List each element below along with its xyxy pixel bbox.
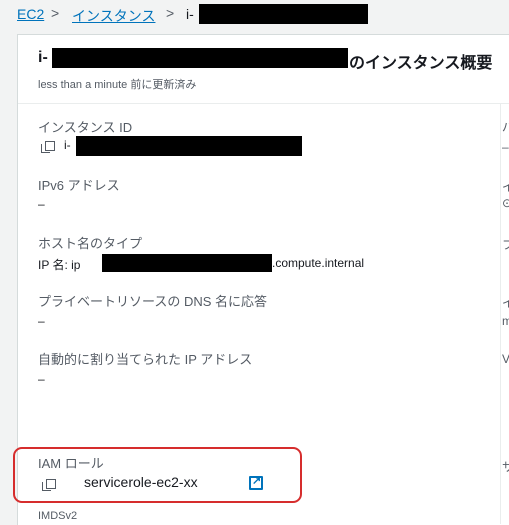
redaction-box — [76, 136, 302, 156]
truncated-field-label: サ — [502, 460, 509, 474]
instance-id-label: インスタンス ID — [38, 120, 133, 135]
divider — [18, 103, 509, 104]
auto-ip-value: – — [38, 372, 45, 386]
truncated-field-value: m — [502, 314, 509, 328]
panel-title-prefix: i- — [38, 49, 48, 66]
redaction-box — [199, 4, 368, 24]
panel-title: i- — [38, 49, 48, 67]
truncated-field-label: イ — [502, 296, 509, 310]
breadcrumb-instances-link[interactable]: インスタンス — [72, 6, 155, 26]
dns-response-label: プライベートリソースの DNS 名に応答 — [38, 294, 268, 309]
instance-id-value: i- — [64, 138, 71, 152]
chevron-right-icon: > — [51, 5, 60, 21]
ipv6-label: IPv6 アドレス — [38, 178, 120, 193]
ipv6-value: – — [38, 197, 45, 211]
redaction-box — [102, 254, 272, 272]
truncated-field-value: – — [502, 140, 509, 154]
truncated-field-label: フ — [502, 238, 509, 252]
imds-label: IMDSv2 — [38, 510, 78, 522]
auto-ip-label: 自動的に割り当てられた IP アドレス — [38, 352, 253, 367]
hostname-type-suffix: .compute.internal — [272, 256, 365, 270]
breadcrumb-current: i- — [186, 6, 194, 22]
hostname-type-prefix: IP 名: ip — [38, 258, 81, 272]
column-divider — [500, 104, 501, 524]
copy-icon[interactable] — [41, 141, 55, 153]
truncated-field-label: V — [502, 352, 509, 366]
truncated-field-label: イ — [502, 180, 509, 194]
breadcrumb-ec2-link[interactable]: EC2 — [17, 6, 44, 22]
truncated-field-value: ⊙ — [502, 196, 509, 210]
panel-title-suffix: のインスタンス概要 — [349, 55, 493, 72]
chevron-right-icon: > — [166, 5, 175, 21]
last-updated-text: less than a minute 前に更新済み — [38, 79, 197, 91]
truncated-field-label: パ — [502, 120, 509, 134]
redaction-box — [52, 48, 348, 68]
hostname-type-label: ホスト名のタイプ — [38, 236, 143, 251]
highlight-box — [13, 447, 302, 503]
dns-response-value: – — [38, 314, 45, 328]
breadcrumb: EC2 > インスタンス > i- — [0, 0, 509, 30]
